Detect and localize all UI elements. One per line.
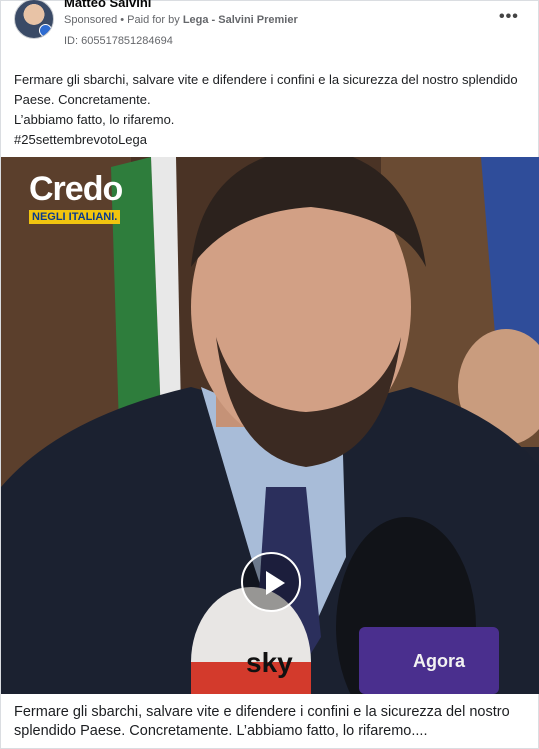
video-frame: sky Agora (1, 157, 539, 694)
body-line-2: L’abbiamo fatto, lo rifaremo. (14, 112, 175, 127)
more-options-icon[interactable]: ••• (499, 9, 519, 25)
body-line-1: Fermare gli sbarchi, salvare vite e dife… (14, 72, 518, 107)
mic-label-agora: Agora (413, 651, 466, 671)
video-caption: Fermare gli sbarchi, salvare vite e dife… (14, 704, 510, 739)
ad-id: ID: 605517851284694 (64, 35, 173, 47)
verified-badge-icon (39, 24, 52, 37)
page-name[interactable]: Matteo Salvini (64, 0, 151, 10)
sponsored-line: Sponsored • Paid for by Lega - Salvini P… (64, 13, 298, 27)
logo-sub-text: NEGLI ITALIANI. (29, 210, 121, 224)
play-icon[interactable] (241, 552, 301, 612)
payer-name[interactable]: Lega - Salvini Premier (183, 14, 298, 26)
ad-card: Matteo Salvini Sponsored • Paid for by L… (0, 0, 539, 749)
paid-for-label: • Paid for by (117, 14, 183, 26)
logo-main-text: Credo (29, 170, 123, 208)
credo-logo: Credo NEGLI ITALIANI. (29, 170, 123, 225)
body-hashtag[interactable]: #25settembrevotoLega (14, 130, 529, 150)
ad-body-text: Fermare gli sbarchi, salvare vite e dife… (14, 70, 529, 150)
sponsored-label: Sponsored (64, 14, 118, 26)
mic-label-sky: sky (246, 647, 293, 678)
avatar[interactable] (14, 0, 54, 39)
video-player[interactable]: sky Agora Credo NEGLI ITALIANI. (1, 157, 539, 694)
